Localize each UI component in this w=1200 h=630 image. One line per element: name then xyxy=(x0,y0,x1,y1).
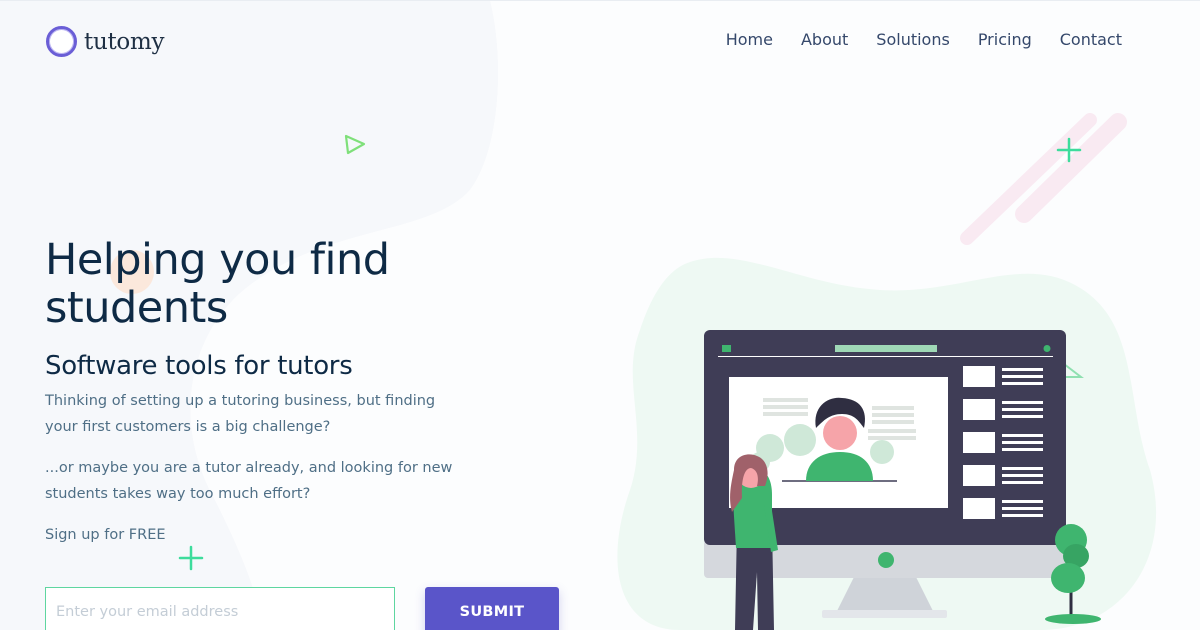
logo[interactable]: tutomy xyxy=(46,26,164,57)
nav-link-contact[interactable]: Contact xyxy=(1060,30,1122,49)
nav-link-solutions[interactable]: Solutions xyxy=(876,30,950,49)
tutor-head xyxy=(823,416,857,450)
email-input[interactable] xyxy=(45,587,395,630)
submit-button[interactable]: SUBMIT xyxy=(425,587,559,630)
signup-text: Sign up for FREE xyxy=(45,527,166,543)
hero-paragraph-2: ...or maybe you are a tutor already, and… xyxy=(45,460,453,502)
monitor-stand-base xyxy=(822,610,947,618)
monitor-webcam-dot xyxy=(878,552,894,568)
hero-title: Helping you find students xyxy=(45,235,390,333)
nav-link-home[interactable]: Home xyxy=(726,30,773,49)
nav-link-about[interactable]: About xyxy=(801,30,848,49)
plus-icon xyxy=(178,545,204,571)
navbar: tutomy Home About Solutions Pricing Cont… xyxy=(0,0,1200,82)
triangle-outline-icon xyxy=(344,134,366,155)
hero-paragraph-1: Thinking of setting up a tutoring busine… xyxy=(45,393,436,435)
brand-name: tutomy xyxy=(84,28,165,55)
ring-logo-icon xyxy=(46,26,77,57)
plus-icon xyxy=(1056,137,1082,163)
hero-subtitle: Software tools for tutors xyxy=(45,351,353,381)
hero-illustration xyxy=(617,257,1157,630)
nav-link-pricing[interactable]: Pricing xyxy=(978,30,1032,49)
screen-shelf-left xyxy=(763,398,808,416)
main-nav: Home About Solutions Pricing Contact xyxy=(698,30,1122,49)
